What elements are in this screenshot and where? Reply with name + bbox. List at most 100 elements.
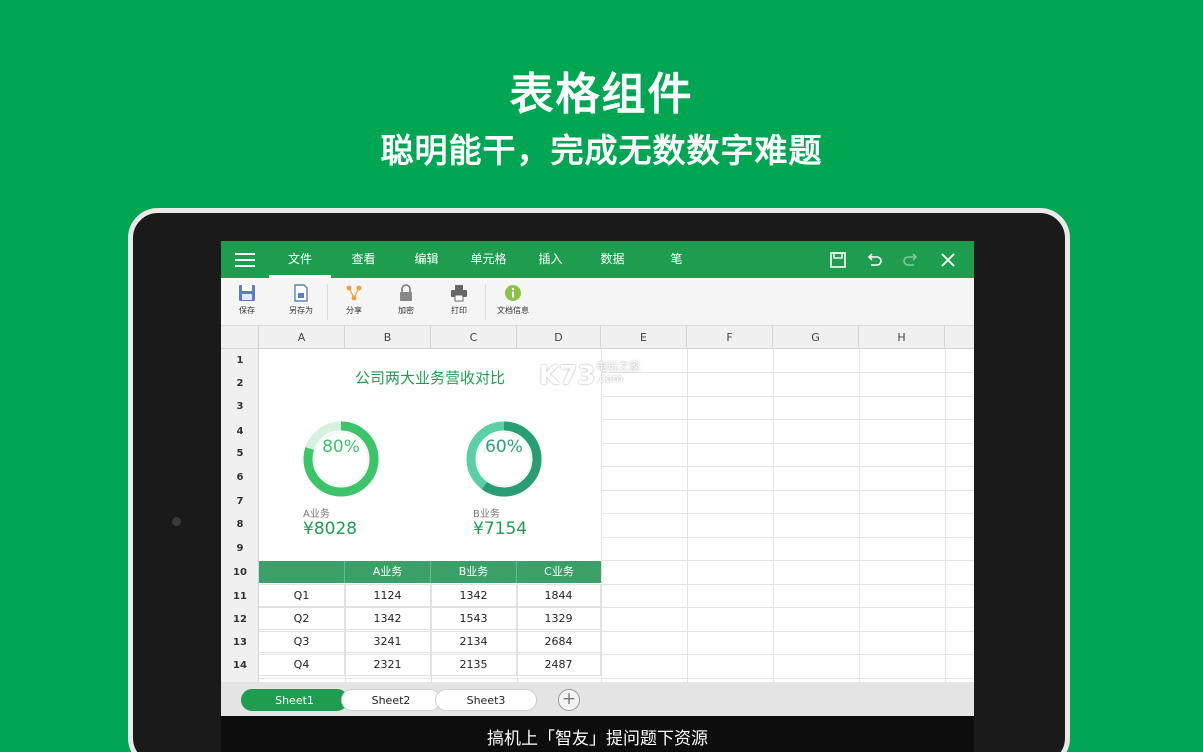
lock-icon <box>400 284 412 301</box>
ribbon-toolbar: 保存 另存为 分享 加密 打印 文档信息 <box>221 278 974 326</box>
sheet-tab-1[interactable]: Sheet1 <box>241 689 348 711</box>
ring-b-percent: 60% <box>485 437 523 457</box>
save-label: 保存 <box>239 306 255 315</box>
table-header: A业务 B业务 C业务 <box>259 561 601 583</box>
hamburger-menu-icon[interactable] <box>235 253 255 267</box>
encrypt-label: 加密 <box>398 306 414 315</box>
table-cell[interactable]: 1329 <box>517 607 601 630</box>
info-icon <box>505 285 521 301</box>
business-b-label: B业务 <box>473 509 500 520</box>
save-icon[interactable] <box>828 250 848 270</box>
table-cell[interactable]: 1342 <box>431 584 517 607</box>
table-cell[interactable]: 2321 <box>345 653 431 676</box>
row-header-8[interactable]: 8 <box>221 519 259 530</box>
column-header: A B C D E F G H <box>221 326 974 349</box>
table-cell[interactable]: 2134 <box>431 630 517 653</box>
row-header-1[interactable]: 1 <box>221 355 259 366</box>
table-row: Q4 2321 2135 2487 <box>259 653 601 676</box>
column-header-g[interactable]: G <box>773 326 859 349</box>
printer-icon <box>451 285 467 302</box>
table-cell[interactable]: 1124 <box>345 584 431 607</box>
ring-chart-b <box>466 421 542 497</box>
save-as-label: 另存为 <box>289 306 313 315</box>
row-header-4[interactable]: 4 <box>221 426 259 437</box>
select-all-corner[interactable] <box>221 326 259 349</box>
save-icon <box>239 285 255 301</box>
column-header-e[interactable]: E <box>601 326 687 349</box>
row-header-11[interactable]: 11 <box>221 591 259 602</box>
save-as-icon <box>294 284 308 302</box>
column-header-f[interactable]: F <box>687 326 773 349</box>
table-header-cell: C业务 <box>544 565 574 578</box>
table-cell[interactable]: Q2 <box>259 607 345 630</box>
save-as-button[interactable]: 另存为 <box>279 282 323 316</box>
table-cell[interactable]: 3241 <box>345 630 431 653</box>
table-cell[interactable]: Q3 <box>259 630 345 653</box>
row-header-14[interactable]: 14 <box>221 660 259 671</box>
menu-bar: 文件 查看 编辑 单元格 插入 数据 笔 <box>221 241 974 278</box>
sheet-tab-2[interactable]: Sheet2 <box>341 689 441 711</box>
doc-info-button[interactable]: 文档信息 <box>491 282 535 316</box>
table-cell[interactable]: 1543 <box>431 607 517 630</box>
save-button[interactable]: 保存 <box>225 282 269 316</box>
close-icon[interactable] <box>938 250 958 270</box>
sheet-tab-3[interactable]: Sheet3 <box>435 689 537 711</box>
row-header-6[interactable]: 6 <box>221 472 259 483</box>
table-row: Q1 1124 1342 1844 <box>259 584 601 607</box>
business-a-label: A业务 <box>303 509 330 520</box>
share-label: 分享 <box>346 306 362 315</box>
table-cell[interactable]: 1342 <box>345 607 431 630</box>
row-header: 1 2 3 4 5 6 7 8 9 10 11 12 13 14 <box>221 349 259 682</box>
table-cell[interactable]: 2684 <box>517 630 601 653</box>
row-header-10[interactable]: 10 <box>221 567 259 578</box>
camera-icon <box>172 517 181 526</box>
ring-a-percent: 80% <box>322 437 360 457</box>
print-label: 打印 <box>451 306 467 315</box>
table-row: Q2 1342 1543 1329 <box>259 607 601 630</box>
add-sheet-button[interactable]: + <box>558 689 580 711</box>
watermark-logo: K73 <box>539 361 596 391</box>
table-cell[interactable]: Q1 <box>259 584 345 607</box>
column-header-d[interactable]: D <box>517 326 601 349</box>
ribbon-divider <box>327 284 328 320</box>
table-row: Q3 3241 2134 2684 <box>259 630 601 653</box>
redo-icon[interactable] <box>901 250 921 270</box>
hero-title: 表格组件 <box>509 69 694 120</box>
table-cell[interactable]: 2135 <box>431 653 517 676</box>
tab-file[interactable]: 文件 <box>269 241 331 278</box>
spreadsheet-app: 文件 查看 编辑 单元格 插入 数据 笔 保存 另存为 分享 加密 打印 文档信… <box>221 241 974 752</box>
hero-subtitle: 聪明能干，完成无数数字难题 <box>380 131 823 170</box>
row-header-7[interactable]: 7 <box>221 496 259 507</box>
tab-edit[interactable]: 编辑 <box>399 241 454 278</box>
table-cell[interactable]: 2487 <box>517 653 601 676</box>
tab-view[interactable]: 查看 <box>336 241 391 278</box>
tab-data[interactable]: 数据 <box>585 241 640 278</box>
row-header-2[interactable]: 2 <box>221 378 259 389</box>
row-header-9[interactable]: 9 <box>221 543 259 554</box>
tab-insert[interactable]: 插入 <box>523 241 578 278</box>
row-header-12[interactable]: 12 <box>221 614 259 625</box>
table-header-cell: B业务 <box>431 561 517 583</box>
column-header-a[interactable]: A <box>259 326 345 349</box>
tab-pen[interactable]: 笔 <box>649 241 704 278</box>
table-cell[interactable]: 1844 <box>517 584 601 607</box>
share-button[interactable]: 分享 <box>332 282 376 316</box>
tab-cell[interactable]: 单元格 <box>461 241 516 278</box>
business-b-value: ¥7154 <box>473 519 528 539</box>
ring-chart-a <box>303 421 379 497</box>
table-cell[interactable]: Q4 <box>259 653 345 676</box>
doc-info-label: 文档信息 <box>497 306 529 315</box>
encrypt-button[interactable]: 加密 <box>384 282 428 316</box>
row-header-3[interactable]: 3 <box>221 401 259 412</box>
undo-icon[interactable] <box>864 250 884 270</box>
watermark-text: 电玩之家 .com <box>596 360 640 385</box>
column-header-c[interactable]: C <box>431 326 517 349</box>
column-header-h[interactable]: H <box>859 326 945 349</box>
table-header-cell <box>259 561 345 583</box>
row-header-13[interactable]: 13 <box>221 637 259 648</box>
system-nav-bar: 搞机上「智友」提问题下资源 <box>221 716 974 752</box>
nav-caption: 搞机上「智友」提问题下资源 <box>487 729 708 749</box>
column-header-b[interactable]: B <box>345 326 431 349</box>
row-header-5[interactable]: 5 <box>221 448 259 459</box>
print-button[interactable]: 打印 <box>437 282 481 316</box>
